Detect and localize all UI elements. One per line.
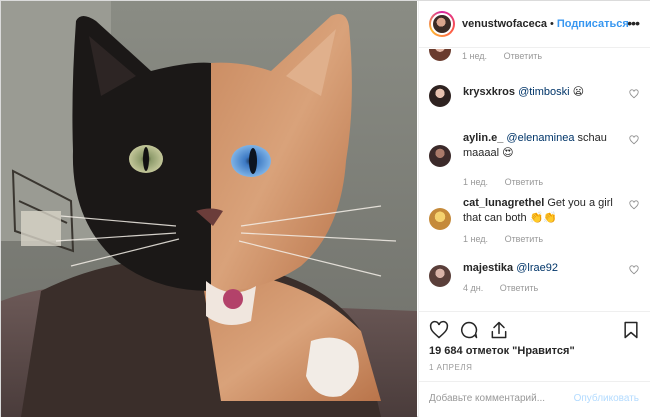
- reply-button[interactable]: Ответить: [505, 234, 543, 244]
- comment-icon[interactable]: [459, 320, 479, 340]
- comment-item: krysxkros @timboski 😦: [429, 85, 649, 125]
- separator-dot: •: [549, 18, 554, 30]
- owner-avatar[interactable]: [429, 11, 455, 37]
- comment-mention[interactable]: @timboski: [518, 86, 570, 98]
- post-side-panel: venustwofaceca • Подписаться ••• 1 нед. …: [418, 1, 650, 417]
- comment-like-icon[interactable]: [629, 265, 639, 275]
- comment-body: cat_lunagrethel Get you a girl that can …: [463, 196, 629, 226]
- cat-photo-illustration: [1, 1, 417, 417]
- comment-time: 1 нед.: [462, 51, 488, 61]
- commenter-username[interactable]: cat_lunagrethel: [463, 197, 544, 209]
- reply-button[interactable]: Ответить: [505, 177, 543, 187]
- commenter-avatar[interactable]: [429, 85, 451, 107]
- comment-mention[interactable]: @lrae92: [516, 262, 558, 274]
- add-comment-bar: Добавьте комментарий... Опубликовать: [419, 381, 650, 417]
- comment-meta: 1 нед. Ответить: [462, 51, 556, 61]
- post-date: 1 АПРЕЛЯ: [429, 363, 473, 372]
- commenter-avatar[interactable]: [429, 208, 451, 230]
- action-bar: [419, 311, 650, 347]
- heart-icon[interactable]: [429, 320, 449, 340]
- comment-body: krysxkros @timboski 😦: [463, 85, 629, 100]
- reply-button[interactable]: Ответить: [500, 283, 538, 293]
- publish-button[interactable]: Опубликовать: [574, 393, 639, 404]
- commenter-username[interactable]: majestika: [463, 262, 513, 274]
- comment-emoji: 👏👏: [529, 212, 558, 224]
- comment-like-icon[interactable]: [629, 89, 639, 99]
- owner-username[interactable]: venustwofaceca: [462, 18, 547, 30]
- follow-button[interactable]: Подписаться: [557, 18, 629, 30]
- commenter-avatar[interactable]: [429, 145, 451, 167]
- comment-input[interactable]: Добавьте комментарий...: [429, 393, 545, 404]
- comment-item: aylin.e_ @elenaminea schau maaaal 😍 1 не…: [429, 131, 649, 191]
- comment-time: 1 нед.: [463, 177, 489, 187]
- share-icon[interactable]: [489, 320, 509, 340]
- comment-body: majestika @lrae92: [463, 261, 629, 276]
- more-icon[interactable]: •••: [627, 16, 640, 30]
- commenter-username[interactable]: krysxkros: [463, 86, 515, 98]
- commenter-avatar[interactable]: [429, 49, 451, 61]
- comment-emoji: 😦: [572, 86, 585, 98]
- comment-like-icon[interactable]: [629, 200, 639, 210]
- comment-meta: 1 нед. Ответить: [463, 234, 557, 244]
- post-photo[interactable]: [1, 1, 417, 417]
- comment-item: cat_lunagrethel Get you a girl that can …: [429, 196, 649, 256]
- comments-list[interactable]: 1 нед. Ответить krysxkros @timboski 😦 ay…: [419, 49, 650, 311]
- comment-meta: 4 дн. Ответить: [463, 283, 552, 293]
- comment-item: majestika @lrae92 4 дн. Ответить: [429, 261, 649, 303]
- comment-emoji: 😍: [502, 147, 514, 159]
- comment-like-icon[interactable]: [629, 135, 639, 145]
- bookmark-icon[interactable]: [621, 320, 641, 340]
- instagram-post: venustwofaceca • Подписаться ••• 1 нед. …: [0, 0, 650, 417]
- post-header: venustwofaceca • Подписаться •••: [419, 1, 650, 48]
- comment-meta: 1 нед. Ответить: [463, 177, 557, 187]
- comment-time: 4 дн.: [463, 283, 484, 293]
- commenter-avatar[interactable]: [429, 265, 451, 287]
- comment-body: aylin.e_ @elenaminea schau maaaal 😍: [463, 131, 629, 161]
- comment-time: 1 нед.: [463, 234, 489, 244]
- comment-mention[interactable]: @elenaminea: [506, 132, 574, 144]
- likes-count[interactable]: 19 684 отметок "Нравится": [429, 345, 575, 357]
- reply-button[interactable]: Ответить: [504, 51, 542, 61]
- commenter-username[interactable]: aylin.e_: [463, 132, 503, 144]
